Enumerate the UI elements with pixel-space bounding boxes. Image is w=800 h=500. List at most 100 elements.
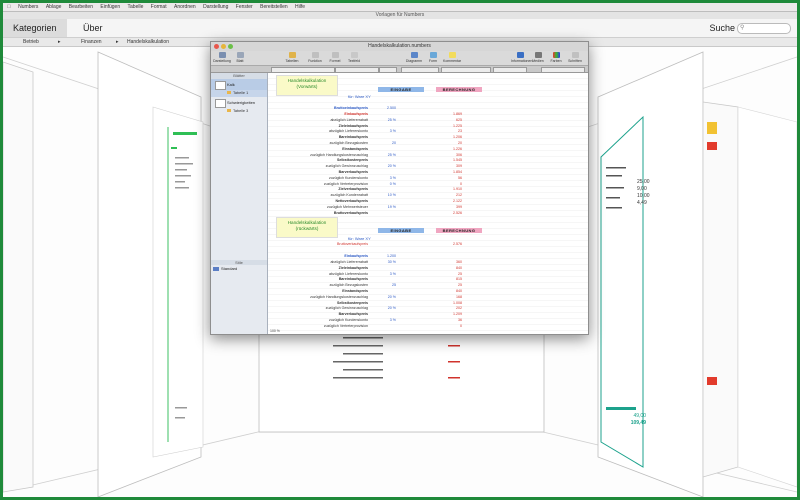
row-input[interactable]: 25 xyxy=(374,283,396,287)
row-input[interactable]: 3 % xyxy=(374,129,396,133)
breadcrumb-handelskalkulation[interactable]: Handelskalkulation xyxy=(127,38,169,46)
block1-product: für: Ware XY xyxy=(348,94,371,99)
table-item-3[interactable]: Tabelle 3 xyxy=(211,108,267,115)
block2-listprice-value[interactable]: 1.200 xyxy=(374,254,396,258)
row-result: 815 xyxy=(456,277,462,282)
table-item-1[interactable]: Tabelle 1 xyxy=(211,90,267,97)
window-title: Vorlagen für Numbers xyxy=(3,12,797,19)
block2-top-label: Bruttoverkaufspreis xyxy=(337,242,368,246)
row-result: 56 xyxy=(458,175,462,180)
right-card-value: 25,00 xyxy=(637,179,650,185)
menu-tabelle[interactable]: Tabelle xyxy=(128,4,144,10)
row-label: Barverkaufspreis xyxy=(338,312,368,317)
row-input[interactable]: 20 % xyxy=(374,164,396,168)
row-input[interactable]: 3 % xyxy=(374,176,396,180)
breadcrumb-finanzen[interactable]: Finanzen xyxy=(81,38,102,46)
toolbar-label: Blatt xyxy=(236,59,244,63)
menu-hilfe[interactable]: Hilfe xyxy=(295,4,305,10)
toolbar-shape-button[interactable]: Form xyxy=(424,52,442,63)
toolbar-sheet-button[interactable]: Blatt xyxy=(231,52,249,63)
style-item-standard[interactable]: Standard xyxy=(213,266,237,271)
row-label: Einstandspreis xyxy=(342,146,368,151)
style-swatch-icon xyxy=(213,266,219,271)
sheets-sidebar: Blätter Kalk Tabelle 1 Schwierigkeiten T… xyxy=(211,73,268,334)
numbers-document-window[interactable]: Handelskalkulation.numbers Darstellung B… xyxy=(210,41,589,335)
menu-darstellung[interactable]: Darstellung xyxy=(203,4,228,10)
toolbar-tables-button[interactable]: Tabellen xyxy=(283,52,301,63)
toolbar-label: Diagramm xyxy=(405,59,423,63)
row-label: abzüglich Liefererrabatt xyxy=(330,260,368,264)
row-input[interactable]: 30 % xyxy=(374,260,396,264)
row-input[interactable]: 19 % xyxy=(374,205,396,209)
row-result: 168 xyxy=(456,294,462,299)
block2-product: für: Ware XY xyxy=(348,236,371,241)
tab-categories[interactable]: Kategorien xyxy=(3,19,67,37)
row-result: 36 xyxy=(458,318,462,322)
row-result: 23 xyxy=(458,129,462,134)
row-label: zuzüglich Vertreterprovision xyxy=(323,323,368,328)
fonts-icon xyxy=(571,52,579,58)
minimize-button[interactable] xyxy=(221,44,226,49)
close-button[interactable] xyxy=(214,44,219,49)
toolbar-function-button[interactable]: Funktion xyxy=(306,52,324,63)
row-input[interactable]: 3 % xyxy=(374,272,396,276)
row-label: abzüglich Liefererskonto xyxy=(329,129,368,134)
toolbar-fonts-button[interactable]: Schriften xyxy=(566,52,584,63)
menu-anordnen[interactable]: Anordnen xyxy=(174,4,196,10)
row-label: abzüglich Liefererskonto xyxy=(329,271,368,276)
menu-numbers[interactable]: Numbers xyxy=(18,4,38,10)
right-card-footer-value: 49,00 xyxy=(633,413,646,419)
sheet-canvas[interactable]: Handelskalkulation (Vorwärts) für: Ware … xyxy=(268,73,588,334)
row-input[interactable]: 20 xyxy=(374,141,396,145)
block2-calc-header: BERECHNUNG xyxy=(436,228,482,233)
zoom-button[interactable] xyxy=(228,44,233,49)
toolbar-view-button[interactable]: Darstellung xyxy=(213,52,231,63)
cover-left-far[interactable] xyxy=(3,61,34,493)
row-input[interactable]: 20 % xyxy=(374,306,396,310)
row-input[interactable]: 25 % xyxy=(374,153,396,157)
row-result: 840 xyxy=(456,265,462,270)
menu-einfuegen[interactable]: Einfügen xyxy=(100,4,120,10)
apple-icon[interactable]:  xyxy=(7,4,11,10)
toolbar-inspector-button[interactable]: Informationen xyxy=(511,52,532,63)
sheet-item-kalk[interactable]: Kalk xyxy=(211,79,267,90)
menu-bereitstellen[interactable]: Bereitstellen xyxy=(260,4,288,10)
zoom-select[interactable]: 100 % xyxy=(270,329,280,333)
row-result: 20 xyxy=(458,141,462,145)
row-result: 2.526 xyxy=(453,210,462,215)
cover-right-2[interactable] xyxy=(597,51,704,497)
cover-right-3[interactable] xyxy=(702,101,739,478)
menu-ablage[interactable]: Ablage xyxy=(46,4,62,10)
search-input[interactable]: ⚲ xyxy=(737,23,791,34)
row-label: zuzüglich Handlungskostenzuschlag xyxy=(310,152,368,157)
row-input[interactable]: 25 % xyxy=(374,118,396,122)
menu-format[interactable]: Format xyxy=(151,4,167,10)
toolbar-colors-button[interactable]: Farben xyxy=(547,52,565,63)
row-input[interactable]: 0 % xyxy=(374,182,396,186)
row-result: 212 xyxy=(456,193,462,198)
row-input[interactable]: 10 % xyxy=(374,193,396,197)
row-input[interactable]: 3 % xyxy=(374,318,396,322)
row-label: Bruttoverkaufspreis xyxy=(333,210,368,215)
toolbar-textbox-button[interactable]: Textfeld xyxy=(345,52,363,63)
row-label: Selbstkostenpreis xyxy=(337,300,368,305)
app-frame:  Numbers Ablage Bearbeiten Einfügen Tab… xyxy=(3,3,797,497)
tab-about[interactable]: Über xyxy=(73,19,113,37)
toolbar-comment-button[interactable]: Kommentar xyxy=(443,52,461,63)
menu-fenster[interactable]: Fenster xyxy=(236,4,253,10)
sheet-item-schwierigkeiten[interactable]: Schwierigkeiten xyxy=(211,97,267,108)
block2-title: Handelskalkulation (rückwärts) xyxy=(276,217,338,238)
row-input[interactable]: 20 % xyxy=(374,295,396,299)
toolbar-formula-button[interactable]: Formel xyxy=(326,52,344,63)
row-label: Einstandspreis xyxy=(342,289,368,293)
table-icon xyxy=(288,52,296,58)
toolbar-chart-button[interactable]: Diagramm xyxy=(405,52,423,63)
row-label: zuzüglich Mehrwertsteuer xyxy=(327,204,368,209)
toolbar-label: Funktion xyxy=(308,59,322,63)
function-icon xyxy=(311,52,319,58)
block1-listprice-value[interactable]: 2.500 xyxy=(374,106,396,110)
menu-bearbeiten[interactable]: Bearbeiten xyxy=(69,4,93,10)
breadcrumb-betrieb[interactable]: Betrieb xyxy=(23,38,39,46)
toolbar-media-button[interactable]: Medien xyxy=(529,52,547,63)
row-result: 25 xyxy=(458,283,462,288)
